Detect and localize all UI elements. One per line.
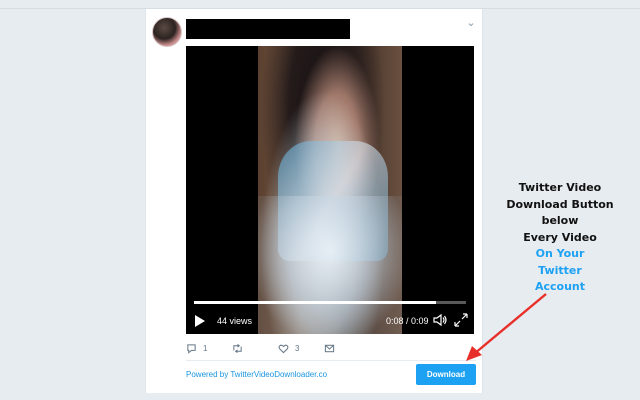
heart-icon [278,344,289,353]
callout-line: Every Video [523,230,597,244]
play-icon[interactable] [195,315,205,327]
message-action[interactable] [324,341,335,355]
redacted-username [186,19,350,39]
envelope-icon [324,344,335,352]
reply-count: 1 [203,343,208,353]
tweet-card: ⌄ 44 views 0:08 / 0:09 1 3 Powered by Tw… [145,9,483,393]
volume-icon[interactable] [432,312,448,328]
callout-text: Twitter Video Download Button below Ever… [500,180,620,296]
callout-line: Twitter [538,263,582,277]
retweet-icon [233,343,242,353]
footer-divider [186,360,476,361]
chevron-down-icon[interactable]: ⌄ [464,16,478,30]
reply-icon [187,343,196,354]
video-progress-fill [194,301,437,304]
video-player[interactable]: 44 views 0:08 / 0:09 [186,46,474,334]
tweet-actions: 1 3 [186,341,386,355]
video-progress-bar[interactable] [194,301,466,304]
video-timecode: 0:08 / 0:09 [386,316,429,326]
top-bar [0,0,640,9]
callout-line: On Your [535,247,585,260]
view-count: 44 views [217,316,253,326]
callout-line: below [541,214,579,227]
callout-line: Twitter Video [518,181,602,194]
callout-line: Download Button [506,197,614,211]
avatar[interactable] [152,17,182,47]
red-arrow-icon [466,293,547,361]
reply-action[interactable]: 1 [186,341,207,355]
video-frame [258,46,402,334]
retweet-action[interactable] [232,341,249,355]
powered-by-link[interactable]: Powered by TwitterVideoDownloader.co [186,369,327,381]
like-action[interactable]: 3 [278,341,299,355]
like-count: 3 [295,343,300,353]
